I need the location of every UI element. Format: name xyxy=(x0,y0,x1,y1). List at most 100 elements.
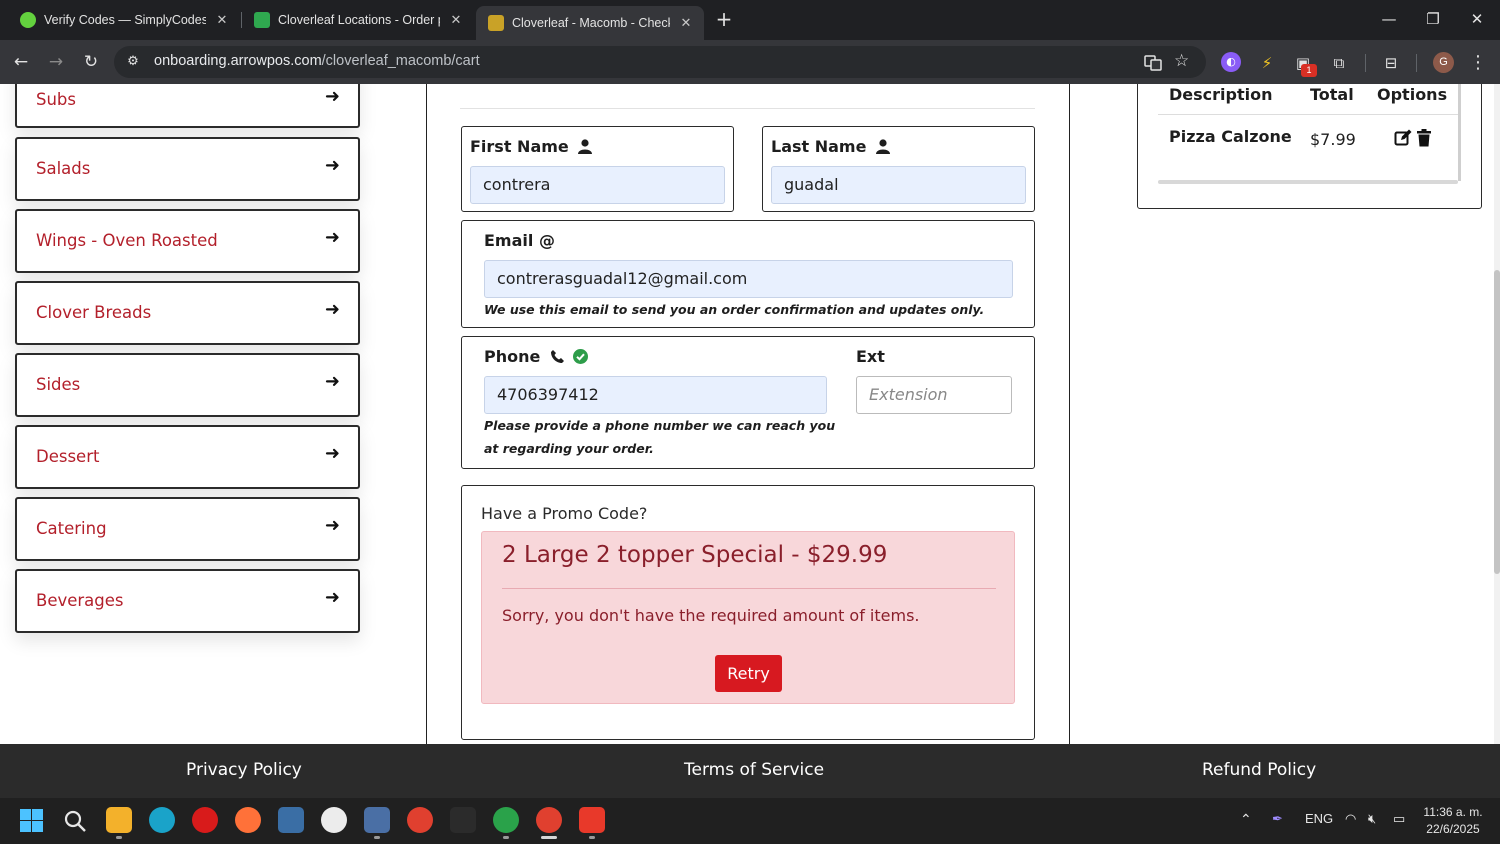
menu-category-wings[interactable]: Wings - Oven Roasted ➜ xyxy=(15,209,360,273)
phone-icon xyxy=(550,350,564,363)
app-icon-arrow[interactable] xyxy=(579,807,605,833)
page-content: Subs ➜ Salads ➜ Wings - Oven Roasted ➜ C… xyxy=(0,84,1500,744)
battery-icon[interactable]: ▭ xyxy=(1393,811,1405,827)
app-icon-window[interactable] xyxy=(278,807,304,833)
new-tab-plus-icon[interactable]: + xyxy=(712,8,736,32)
tab-cloverleaf-locations[interactable]: Cloverleaf Locations - Order piz ✕ xyxy=(242,6,474,34)
app-icon-dark[interactable] xyxy=(450,807,476,833)
running-indicator xyxy=(116,836,122,839)
menu-category-dessert[interactable]: Dessert ➜ xyxy=(15,425,360,489)
bookmark-star-icon[interactable]: ☆ xyxy=(1174,51,1189,71)
column-divider xyxy=(426,84,427,744)
translate-icon[interactable] xyxy=(1144,54,1162,72)
tab-verify-codes[interactable]: Verify Codes — SimplyCodes ✕ xyxy=(8,6,240,34)
wifi-icon[interactable]: ◠ xyxy=(1345,811,1356,827)
profile-avatar[interactable]: G xyxy=(1433,52,1454,73)
extension-bolt-icon[interactable]: ⚡ xyxy=(1256,52,1278,74)
restore-icon[interactable]: ❐ xyxy=(1418,8,1448,32)
cart-header-total: Total xyxy=(1310,85,1354,104)
cart-header-options: Options xyxy=(1377,85,1448,104)
first-name-input[interactable]: contrera xyxy=(470,166,725,204)
cart-header-divider xyxy=(1158,114,1458,115)
address-bar[interactable]: ⚙ onboarding.arrowpos.com/cloverleaf_mac… xyxy=(114,46,1206,78)
ext-label: Ext xyxy=(856,347,885,366)
reload-icon[interactable]: ↻ xyxy=(79,50,103,74)
app-icon-circle[interactable] xyxy=(321,807,347,833)
refund-policy-link[interactable]: Refund Policy xyxy=(1202,760,1316,780)
extension-input[interactable]: Extension xyxy=(856,376,1012,414)
language-indicator[interactable]: ENG xyxy=(1305,811,1333,826)
menu-category-subs[interactable]: Subs ➜ xyxy=(15,84,360,128)
firefox-icon[interactable] xyxy=(235,807,261,833)
phone-group: Phone 4706397412 Please provide a phone … xyxy=(461,336,1035,469)
url-path: /cloverleaf_macomb/cart xyxy=(321,53,480,69)
toolbar-separator xyxy=(1416,54,1417,72)
calculator-icon[interactable] xyxy=(364,807,390,833)
close-tab-icon[interactable]: ✕ xyxy=(678,15,694,31)
close-window-icon[interactable]: ✕ xyxy=(1462,8,1492,32)
browser-tab-strip: Verify Codes — SimplyCodes ✕ Cloverleaf … xyxy=(0,0,1500,40)
extensions-puzzle-icon[interactable]: ⧉ xyxy=(1328,52,1350,74)
chrome-menu-icon[interactable]: ⋮ xyxy=(1467,52,1489,74)
tab-title: Cloverleaf - Macomb - Checkou xyxy=(512,16,670,30)
edit-icon[interactable] xyxy=(1394,129,1412,147)
privacy-policy-link[interactable]: Privacy Policy xyxy=(186,760,302,780)
chrome-icon[interactable] xyxy=(407,807,433,833)
terms-of-service-link[interactable]: Terms of Service xyxy=(684,760,824,780)
trash-icon[interactable] xyxy=(1415,129,1433,147)
page-scrollbar[interactable] xyxy=(1494,84,1500,744)
minimize-icon[interactable]: — xyxy=(1374,8,1404,32)
site-info-icon[interactable]: ⚙ xyxy=(124,53,142,71)
page-scrollbar-thumb[interactable] xyxy=(1494,270,1500,574)
reading-mode-icon[interactable]: ⊟ xyxy=(1380,52,1402,74)
promo-alert-message: Sorry, you don't have the required amoun… xyxy=(502,606,920,625)
menu-category-beverages[interactable]: Beverages ➜ xyxy=(15,569,360,633)
close-tab-icon[interactable]: ✕ xyxy=(448,12,464,28)
volume-muted-icon[interactable]: 🔇︎ xyxy=(1368,811,1376,827)
windows-start-icon[interactable] xyxy=(20,809,43,832)
retry-button[interactable]: Retry xyxy=(715,655,782,692)
menu-category-salads[interactable]: Salads ➜ xyxy=(15,137,360,201)
cart-scrollbar[interactable] xyxy=(1458,84,1461,181)
menu-category-label: Wings - Oven Roasted xyxy=(36,231,218,250)
last-name-group: Last Name guadal xyxy=(762,126,1035,212)
menu-category-catering[interactable]: Catering ➜ xyxy=(15,497,360,561)
column-divider xyxy=(1069,84,1070,744)
phone-help-text: Please provide a phone number we can rea… xyxy=(484,418,836,456)
cart-horizontal-scrollbar[interactable] xyxy=(1158,180,1458,184)
app-icon-teal[interactable] xyxy=(149,807,175,833)
system-clock[interactable]: 11:36 a. m. 22/6/2025 xyxy=(1420,804,1486,838)
arrow-right-icon: ➜ xyxy=(324,587,340,608)
user-icon xyxy=(876,139,891,154)
chevron-up-icon[interactable]: ⌃ xyxy=(1240,811,1252,828)
search-icon[interactable] xyxy=(64,810,86,832)
last-name-label: Last Name xyxy=(771,137,891,156)
promo-title: Have a Promo Code? xyxy=(481,504,648,523)
phone-input[interactable]: 4706397412 xyxy=(484,376,827,414)
app-icon-red[interactable] xyxy=(192,807,218,833)
close-tab-icon[interactable]: ✕ xyxy=(214,12,230,28)
menu-category-clover-breads[interactable]: Clover Breads ➜ xyxy=(15,281,360,345)
back-arrow-icon[interactable]: ← xyxy=(9,50,33,74)
forward-arrow-icon[interactable]: → xyxy=(44,50,68,74)
check-circle-icon xyxy=(572,349,588,364)
chrome-active-icon[interactable] xyxy=(536,807,562,833)
email-input[interactable]: contrerasguadal12@gmail.com xyxy=(484,260,1013,298)
pen-tray-icon[interactable]: ✒ xyxy=(1272,811,1283,827)
extension-purple-icon[interactable]: ◐ xyxy=(1221,52,1241,72)
arrow-right-icon: ➜ xyxy=(324,227,340,248)
arrow-right-icon: ➜ xyxy=(324,443,340,464)
clock-date: 22/6/2025 xyxy=(1426,822,1480,836)
running-indicator xyxy=(503,836,509,839)
address-url[interactable]: onboarding.arrowpos.com/cloverleaf_macom… xyxy=(154,53,480,69)
menu-category-sides[interactable]: Sides ➜ xyxy=(15,353,360,417)
file-explorer-icon[interactable] xyxy=(106,807,132,833)
clover-favicon-icon xyxy=(254,12,270,28)
menu-category-label: Subs xyxy=(36,90,77,109)
last-name-input[interactable]: guadal xyxy=(771,166,1026,204)
tab-title: Cloverleaf Locations - Order piz xyxy=(278,13,440,27)
tab-cloverleaf-checkout[interactable]: Cloverleaf - Macomb - Checkou ✕ xyxy=(476,6,704,40)
promo-alert-heading: 2 Large 2 topper Special - $29.99 xyxy=(502,542,888,568)
active-indicator xyxy=(541,836,557,839)
chrome-profile-icon[interactable] xyxy=(493,807,519,833)
